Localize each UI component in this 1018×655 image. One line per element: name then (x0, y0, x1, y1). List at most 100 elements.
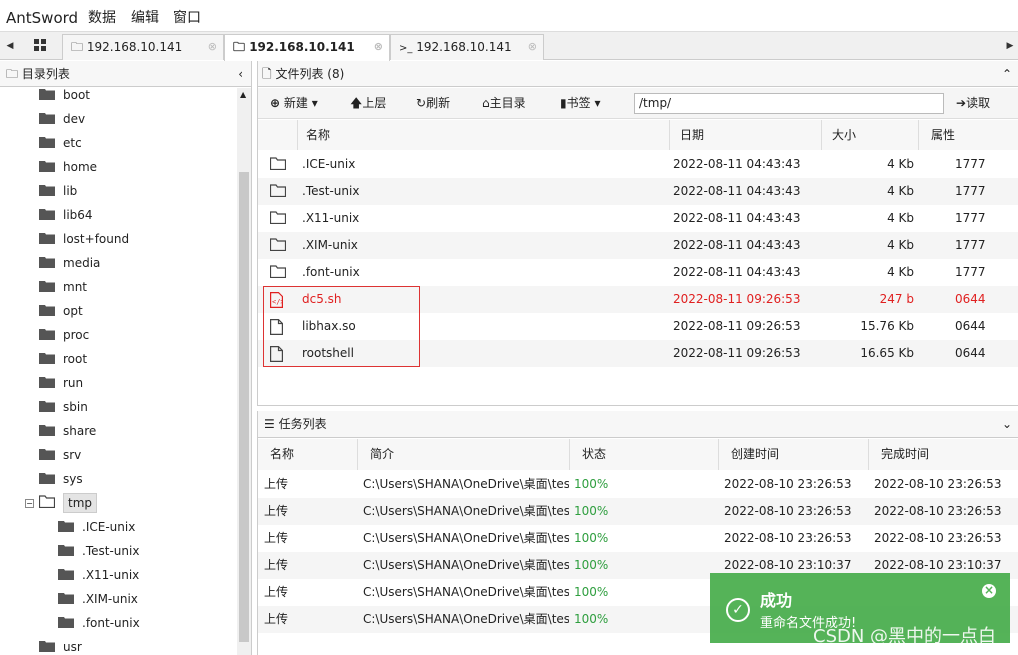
bookmark-button[interactable]: ▮书签 ▾ (560, 88, 600, 119)
tree-item-media[interactable]: media (39, 251, 100, 275)
folder-icon: 🗀 (71, 40, 84, 54)
home-button[interactable]: ⌂主目录 (482, 88, 526, 119)
tree-item-dev[interactable]: dev (39, 107, 85, 131)
task-status: 100% (574, 504, 609, 518)
folder-icon (39, 348, 55, 372)
path-input[interactable]: /tmp/ (634, 93, 944, 114)
tree-item-srv[interactable]: srv (39, 443, 81, 467)
tree-scrollbar[interactable]: ▲ (237, 88, 251, 655)
file-date: 2022-08-11 04:43:43 (673, 184, 801, 198)
file-size: 247 b (879, 292, 914, 306)
tab-terminal[interactable]: >_ 192.168.10.141 ⊗ (390, 34, 544, 60)
tree-item-lib64[interactable]: lib64 (39, 203, 93, 227)
folder-icon (38, 492, 56, 516)
directory-panel-header: 🗀 目录列表 ‹ (0, 61, 251, 87)
file-row[interactable]: .Test-unix 2022-08-11 04:43:43 4 Kb 1777 (258, 178, 1018, 205)
task-desc: C:\Users\SHANA\OneDrive\桌面\test (363, 504, 569, 518)
splitter[interactable] (258, 402, 1018, 406)
menu-edit[interactable]: 编辑 (131, 9, 159, 27)
tab-label: 192.168.10.141 (249, 40, 355, 54)
task-col-status[interactable]: 状态 (570, 439, 719, 470)
tab-scroll-left-icon[interactable]: ◀ (2, 32, 18, 60)
collapse-left-icon[interactable]: ‹ (238, 61, 243, 87)
tree-item-label: .ICE-unix (82, 520, 136, 534)
task-col-desc[interactable]: 简介 (358, 439, 570, 470)
tree-scroll-thumb[interactable] (239, 172, 249, 642)
tree-item-label: run (63, 376, 84, 390)
tree-toggle-minus-icon[interactable]: − (25, 499, 34, 508)
tree-item-usr[interactable]: usr (39, 635, 82, 655)
tree-item-sbin[interactable]: sbin (39, 395, 88, 419)
up-button[interactable]: 🡅上层 (350, 88, 386, 119)
folder-icon (39, 636, 55, 655)
tree-item-run[interactable]: run (39, 371, 83, 395)
folder-icon (39, 420, 55, 444)
tab-close-icon[interactable]: ⊗ (528, 35, 537, 59)
scroll-up-icon[interactable]: ▲ (240, 90, 246, 99)
task-created: 2022-08-10 23:26:53 (724, 477, 852, 491)
file-perm: 0644 (955, 292, 986, 306)
task-col-name[interactable]: 名称 (258, 439, 358, 470)
refresh-button[interactable]: ↻刷新 (416, 88, 450, 119)
tree-item-boot[interactable]: boot (39, 83, 90, 107)
tree-item-home[interactable]: home (39, 155, 97, 179)
file-size: 4 Kb (887, 184, 914, 198)
tab-files-active[interactable]: 🗀 192.168.10.141 ⊗ (224, 34, 390, 61)
tree-item-lib[interactable]: lib (39, 179, 77, 203)
collapse-up-icon[interactable]: ⌃ (1002, 61, 1012, 87)
task-row[interactable]: 上传 C:\Users\SHANA\OneDrive\桌面\test 100% 202… (258, 471, 1018, 498)
task-col-done[interactable]: 完成时间 (869, 439, 1018, 470)
folder-icon (39, 324, 55, 348)
tree-item-XIM-unix[interactable]: .XIM-unix (58, 587, 138, 611)
folder-icon (39, 84, 55, 108)
file-row[interactable]: .XIM-unix 2022-08-11 04:43:43 4 Kb 1777 (258, 232, 1018, 259)
tree-item-sys[interactable]: sys (39, 467, 83, 491)
col-size[interactable]: 大小 (822, 120, 919, 150)
tab-scroll-right-icon[interactable]: ▶ (1002, 32, 1018, 60)
file-row[interactable]: .font-unix 2022-08-11 04:43:43 4 Kb 1777 (258, 259, 1018, 286)
menu-window[interactable]: 窗口 (173, 9, 201, 27)
toast-close-icon[interactable]: × (982, 584, 996, 598)
collapse-down-icon[interactable]: ⌄ (1002, 411, 1012, 438)
tab-close-icon[interactable]: ⊗ (374, 35, 383, 59)
file-perm: 1777 (955, 157, 986, 171)
folder-icon (270, 211, 286, 224)
tree-item-X11-unix[interactable]: .X11-unix (58, 563, 139, 587)
tree-item-proc[interactable]: proc (39, 323, 89, 347)
folder-icon (58, 540, 74, 564)
tree-item-ICE-unix[interactable]: .ICE-unix (58, 515, 135, 539)
tab-files-inactive[interactable]: 🗀 192.168.10.141 ⊗ (62, 34, 224, 60)
tree-item-share[interactable]: share (39, 419, 96, 443)
menu-data[interactable]: 数据 (88, 9, 116, 27)
file-list-header: 🗋 文件列表 (8) ⌃ (258, 61, 1018, 87)
tab-close-icon[interactable]: ⊗ (208, 35, 217, 59)
tree-item-Test-unix[interactable]: .Test-unix (58, 539, 139, 563)
file-table-header: 名称 日期 大小 属性 (258, 120, 1018, 150)
tree-item-label: media (63, 256, 101, 270)
tree-item-tmp[interactable]: tmp (38, 491, 98, 516)
file-row[interactable]: .X11-unix 2022-08-11 04:43:43 4 Kb 1777 (258, 205, 1018, 232)
tree-item-font-unix[interactable]: .font-unix (58, 611, 140, 635)
file-size: 16.65 Kb (860, 346, 914, 360)
task-row[interactable]: 上传 C:\Users\SHANA\OneDrive\桌面\test 100% 202… (258, 498, 1018, 525)
grid-icon[interactable] (34, 39, 46, 51)
folder-icon (39, 396, 55, 420)
directory-panel: 🗀 目录列表 ‹ boot dev etc home lib lib64 lost+foun… (0, 61, 252, 655)
file-row[interactable]: .ICE-unix 2022-08-11 04:43:43 4 Kb 1777 (258, 151, 1018, 178)
col-name[interactable]: 名称 (298, 120, 670, 150)
tree-item-etc[interactable]: etc (39, 131, 82, 155)
read-button[interactable]: ➔读取 (956, 88, 990, 119)
tree-item-opt[interactable]: opt (39, 299, 83, 323)
task-row[interactable]: 上传 C:\Users\SHANA\OneDrive\桌面\test 100% 202… (258, 525, 1018, 552)
tree-item-mnt[interactable]: mnt (39, 275, 87, 299)
task-col-created[interactable]: 创建时间 (719, 439, 869, 470)
new-button[interactable]: ⊕ 新建 ▾ (270, 88, 318, 119)
tree-item-root[interactable]: root (39, 347, 87, 371)
col-perm[interactable]: 属性 (919, 120, 1018, 150)
file-perm: 1777 (955, 265, 986, 279)
tree-item-lost+found[interactable]: lost+found (39, 227, 129, 251)
col-date[interactable]: 日期 (670, 120, 822, 150)
tree-item-label: etc (63, 136, 82, 150)
tree-item-label: root (63, 352, 88, 366)
folder-icon (39, 252, 55, 276)
